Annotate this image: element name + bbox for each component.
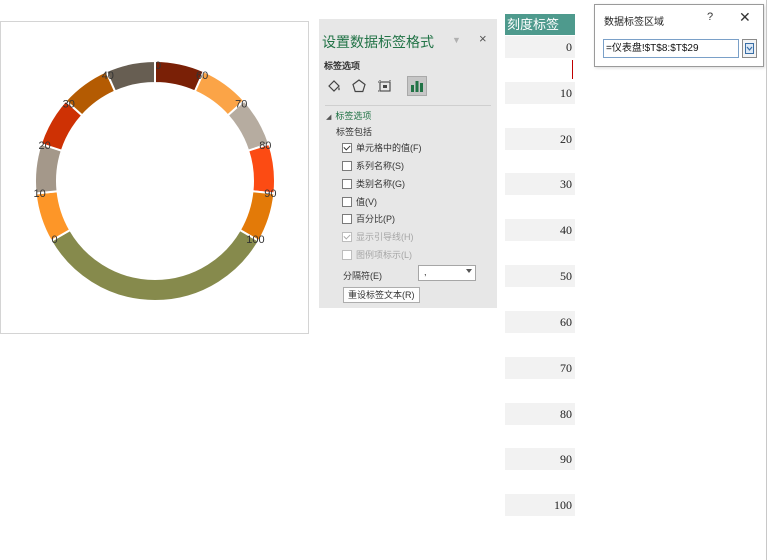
- option-label: 系列名称(S): [356, 161, 404, 171]
- scale-cell[interactable]: 80: [505, 403, 575, 425]
- scale-cell[interactable]: 100: [505, 494, 575, 516]
- tick-label: 40: [102, 70, 114, 82]
- scale-cell[interactable]: 20: [505, 128, 575, 150]
- checkbox-leader-lines: [342, 231, 352, 242]
- option-category-name[interactable]: 类别名称(G): [342, 177, 405, 190]
- collapse-triangle-icon: ◢: [326, 114, 332, 121]
- checkbox-percentage[interactable]: [342, 213, 352, 224]
- separator-value: ,: [424, 267, 427, 277]
- tick-label: 100: [246, 234, 264, 246]
- doughnut-chart-svg[interactable]: 5060708090100010203040: [1, 22, 308, 333]
- option-label: 百分比(P): [356, 214, 395, 224]
- option-value[interactable]: 值(V): [342, 195, 377, 208]
- scale-cell[interactable]: 60: [505, 311, 575, 333]
- option-leader-lines: 显示引导线(H): [342, 230, 414, 243]
- pane-divider: [325, 105, 491, 106]
- option-cell-value[interactable]: 单元格中的值(F): [342, 141, 422, 154]
- dialog-title: 数据标签区域: [604, 17, 664, 28]
- tick-label: 30: [63, 98, 75, 110]
- column-header-scale-labels[interactable]: 刻度标签: [505, 14, 575, 35]
- pane-category-tabs: [324, 76, 434, 98]
- option-label: 图例项标示(L): [356, 250, 412, 260]
- chevron-down-icon[interactable]: [466, 269, 472, 273]
- data-label-range-dialog: 数据标签区域 ? ✕ =仪表盘!$T$8:$T$29: [594, 4, 764, 67]
- range-input[interactable]: =仪表盘!$T$8:$T$29: [603, 39, 739, 58]
- tick-label: 70: [235, 98, 247, 110]
- option-label: 显示引导线(H): [356, 232, 414, 242]
- checkbox-category-name[interactable]: [342, 178, 352, 189]
- option-series-name[interactable]: 系列名称(S): [342, 159, 404, 172]
- fill-line-icon[interactable]: [324, 76, 344, 96]
- separator-select[interactable]: ,: [418, 265, 476, 281]
- expand-icon: [745, 43, 754, 54]
- scale-cell[interactable]: 70: [505, 357, 575, 379]
- option-legend-key: 图例项标示(L): [342, 248, 412, 261]
- help-button[interactable]: ?: [707, 11, 713, 23]
- scale-cell[interactable]: 50: [505, 265, 575, 287]
- label-options-bar-icon[interactable]: [407, 76, 427, 96]
- checkbox-series-name[interactable]: [342, 160, 352, 171]
- option-percentage[interactable]: 百分比(P): [342, 212, 395, 225]
- scale-cell[interactable]: 30: [505, 173, 575, 195]
- tick-label: 80: [259, 140, 271, 152]
- checkbox-cell-value[interactable]: [342, 142, 352, 153]
- label-contains-heading: 标签包括: [336, 127, 373, 137]
- red-marker-line: [572, 60, 573, 79]
- doughnut-segment[interactable]: [49, 228, 261, 302]
- section-title: 标签选项: [335, 111, 372, 121]
- effects-pentagon-icon[interactable]: [349, 76, 369, 96]
- scale-cell[interactable]: 90: [505, 448, 575, 470]
- scale-cell[interactable]: 10: [505, 82, 575, 104]
- reset-label-text-button[interactable]: 重设标签文本(R): [343, 287, 420, 303]
- window-edge: [766, 0, 767, 560]
- tick-label: 60: [196, 70, 208, 82]
- format-data-labels-pane: 设置数据标签格式 ▼ × 标签选项 ◢ 标签选项 标签包括 单元格中的值(F) 系…: [319, 19, 497, 308]
- tick-label: 20: [39, 140, 51, 152]
- pane-close-button[interactable]: ×: [479, 31, 487, 46]
- pane-title: 设置数据标签格式: [322, 34, 434, 50]
- size-properties-icon[interactable]: [375, 76, 395, 96]
- scale-cell[interactable]: 40: [505, 219, 575, 241]
- pane-subtitle[interactable]: 标签选项: [324, 59, 360, 72]
- expand-dialog-button[interactable]: [742, 39, 757, 58]
- checkbox-value[interactable]: [342, 196, 352, 207]
- option-label: 类别名称(G): [356, 179, 405, 189]
- option-label: 值(V): [356, 197, 377, 207]
- separator-label: 分隔符(E): [343, 271, 382, 281]
- option-label: 单元格中的值(F): [356, 143, 422, 153]
- tick-label: 90: [264, 188, 276, 200]
- scale-cell[interactable]: 0: [505, 36, 575, 58]
- dialog-close-button[interactable]: ✕: [739, 9, 751, 26]
- doughnut-chart[interactable]: 5060708090100010203040: [0, 21, 309, 334]
- label-options-section-header[interactable]: ◢ 标签选项: [326, 109, 371, 122]
- tick-label: 0: [51, 234, 57, 246]
- pane-options-dropdown-icon[interactable]: ▼: [452, 35, 461, 45]
- tick-label: 10: [34, 188, 46, 200]
- checkbox-legend-key: [342, 249, 352, 260]
